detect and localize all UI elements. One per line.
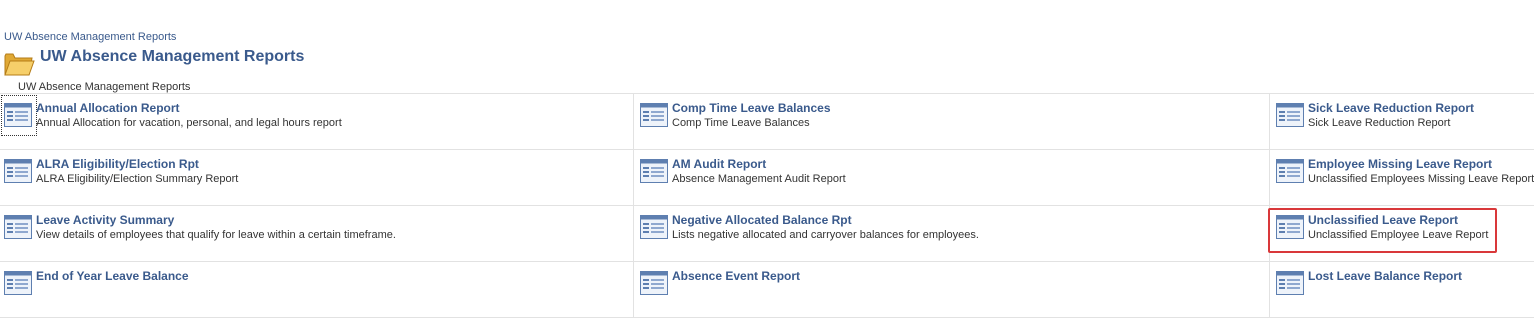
report-icon	[4, 103, 32, 127]
report-title-alra-eligibility[interactable]: ALRA Eligibility/Election Rpt	[36, 157, 199, 171]
report-title-lost-leave-balance[interactable]: Lost Leave Balance Report	[1308, 269, 1462, 283]
report-item[interactable]: ALRA Eligibility/Election Rpt ALRA Eligi…	[0, 150, 633, 206]
report-icon	[1276, 103, 1304, 127]
report-description: Lists negative allocated and carryover b…	[672, 229, 979, 241]
report-title-sick-leave-reduction[interactable]: Sick Leave Reduction Report	[1308, 101, 1474, 115]
report-title-comp-time[interactable]: Comp Time Leave Balances	[672, 101, 831, 115]
report-icon	[1276, 159, 1304, 183]
report-item[interactable]: Leave Activity Summary View details of e…	[0, 206, 633, 262]
report-title-unclassified-leave[interactable]: Unclassified Leave Report	[1308, 213, 1458, 227]
breadcrumb[interactable]: UW Absence Management Reports	[4, 31, 176, 43]
report-description: Sick Leave Reduction Report	[1308, 117, 1451, 129]
report-item[interactable]: Sick Leave Reduction Report Sick Leave R…	[1269, 94, 1534, 150]
page-subtitle: UW Absence Management Reports	[18, 81, 191, 93]
report-title-am-audit[interactable]: AM Audit Report	[672, 157, 766, 171]
report-icon	[640, 215, 668, 239]
report-item[interactable]: End of Year Leave Balance	[0, 262, 633, 318]
report-item[interactable]: Annual Allocation Report Annual Allocati…	[0, 94, 633, 150]
report-icon	[1276, 271, 1304, 295]
report-description: Absence Management Audit Report	[672, 173, 846, 185]
report-item[interactable]: Unclassified Leave Report Unclassified E…	[1268, 206, 1534, 262]
report-icon	[4, 215, 32, 239]
report-title-employee-missing-leave[interactable]: Employee Missing Leave Report	[1308, 157, 1492, 171]
report-icon	[4, 159, 32, 183]
report-title-annual-allocation[interactable]: Annual Allocation Report	[36, 101, 180, 115]
report-title-leave-activity-summary[interactable]: Leave Activity Summary	[36, 213, 174, 227]
report-icon	[4, 271, 32, 295]
report-item[interactable]: Lost Leave Balance Report	[1269, 262, 1534, 318]
report-description: Annual Allocation for vacation, personal…	[36, 117, 342, 129]
report-description: Comp Time Leave Balances	[672, 117, 810, 129]
report-icon	[640, 103, 668, 127]
page-title: UW Absence Management Reports	[40, 48, 305, 65]
report-item[interactable]: Comp Time Leave Balances Comp Time Leave…	[633, 94, 1269, 150]
report-item[interactable]: AM Audit Report Absence Management Audit…	[633, 150, 1269, 206]
report-item[interactable]: Absence Event Report	[633, 262, 1269, 318]
report-title-absence-event[interactable]: Absence Event Report	[672, 269, 800, 283]
report-icon	[1276, 215, 1304, 239]
report-description: Unclassified Employees Missing Leave Rep…	[1308, 173, 1534, 185]
report-grid: Annual Allocation Report Annual Allocati…	[0, 93, 1534, 318]
report-icon	[640, 271, 668, 295]
report-description: ALRA Eligibility/Election Summary Report	[36, 173, 239, 185]
report-title-end-of-year-leave-balance[interactable]: End of Year Leave Balance	[36, 269, 189, 283]
report-item[interactable]: Employee Missing Leave Report Unclassifi…	[1269, 150, 1534, 206]
report-icon	[640, 159, 668, 183]
report-item[interactable]: Negative Allocated Balance Rpt Lists neg…	[633, 206, 1269, 262]
report-description: View details of employees that qualify f…	[36, 229, 396, 241]
folder-icon	[4, 53, 35, 76]
report-description: Unclassified Employee Leave Report	[1308, 229, 1489, 241]
report-title-negative-allocated-balance[interactable]: Negative Allocated Balance Rpt	[672, 213, 852, 227]
